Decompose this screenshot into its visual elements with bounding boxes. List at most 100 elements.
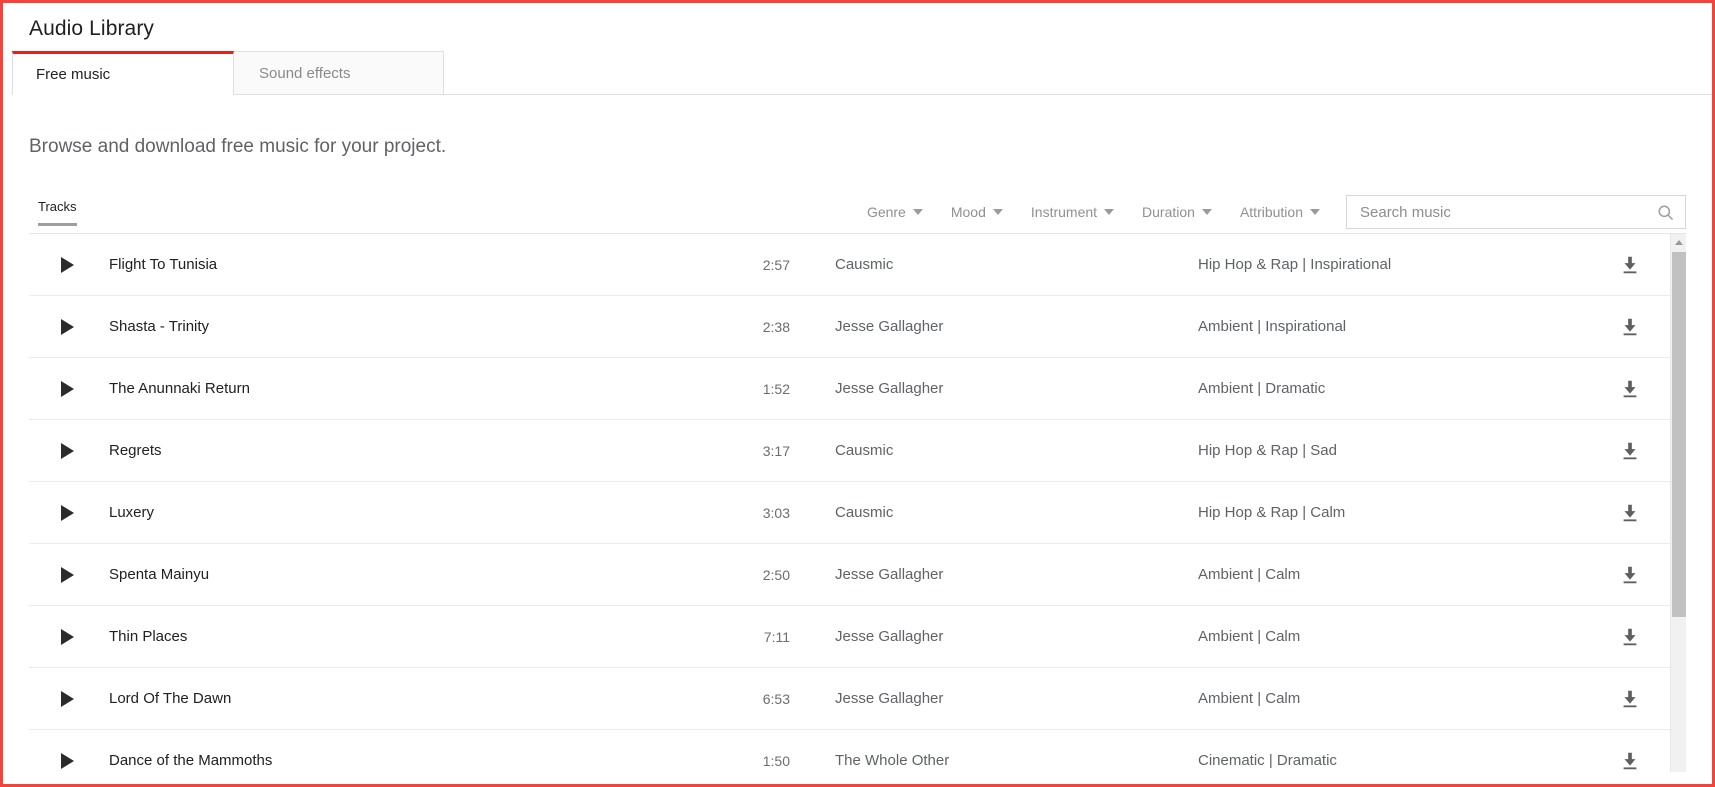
track-genre: Hip Hop & Rap | Sad <box>1198 442 1337 459</box>
play-button[interactable] <box>29 566 106 583</box>
table-row[interactable]: Flight To Tunisia 2:57 Causmic Hip Hop &… <box>29 234 1670 296</box>
track-genre: Ambient | Calm <box>1198 628 1301 645</box>
search-icon[interactable] <box>1656 203 1675 222</box>
track-table: Flight To Tunisia 2:57 Causmic Hip Hop &… <box>29 233 1686 772</box>
tracks-tab-label: Tracks <box>38 198 77 214</box>
track-genre: Hip Hop & Rap | Inspirational <box>1198 256 1392 273</box>
filter-genre-label: Genre <box>866 204 906 220</box>
filter-instrument-label: Instrument <box>1030 204 1098 220</box>
vertical-scrollbar[interactable] <box>1670 234 1686 772</box>
download-button[interactable] <box>1590 440 1670 462</box>
track-title: Thin Places <box>109 628 188 645</box>
play-icon <box>61 504 74 521</box>
play-button[interactable] <box>29 318 106 335</box>
download-icon <box>1623 442 1637 459</box>
filter-duration[interactable]: Duration <box>1128 200 1226 224</box>
track-duration: 6:53 <box>762 690 790 707</box>
track-duration: 1:52 <box>762 380 790 397</box>
scrollbar-thumb[interactable] <box>1672 252 1686 617</box>
play-button[interactable] <box>29 752 106 769</box>
play-button[interactable] <box>29 256 106 273</box>
play-button[interactable] <box>29 380 106 397</box>
track-duration: 2:50 <box>762 566 790 583</box>
chevron-down-icon <box>1104 209 1115 215</box>
track-artist: Causmic <box>835 256 894 273</box>
play-icon <box>61 628 74 645</box>
download-button[interactable] <box>1590 688 1670 710</box>
track-artist: Causmic <box>835 442 894 459</box>
table-row[interactable]: Spenta Mainyu 2:50 Jesse Gallagher Ambie… <box>29 544 1670 606</box>
chevron-down-icon <box>992 209 1003 215</box>
search-input[interactable] <box>1360 203 1656 221</box>
table-row[interactable]: Luxery 3:03 Causmic Hip Hop & Rap | Calm <box>29 482 1670 544</box>
audio-library-page: Audio Library Free music Sound effects B… <box>0 0 1715 787</box>
filter-duration-label: Duration <box>1142 204 1195 220</box>
tab-free-music[interactable]: Free music <box>12 51 234 95</box>
download-icon <box>1623 566 1637 583</box>
tab-bar: Free music Sound effects <box>12 51 1712 95</box>
download-button[interactable] <box>1590 626 1670 648</box>
play-icon <box>61 318 74 335</box>
track-title: Lord Of The Dawn <box>109 690 232 707</box>
download-button[interactable] <box>1590 502 1670 524</box>
play-icon <box>61 752 74 769</box>
table-row[interactable]: Regrets 3:17 Causmic Hip Hop & Rap | Sad <box>29 420 1670 482</box>
track-genre: Ambient | Calm <box>1198 566 1301 583</box>
chevron-up-icon[interactable] <box>1671 234 1686 250</box>
download-icon <box>1623 752 1637 769</box>
download-icon <box>1623 690 1637 707</box>
tab-free-music-label: Free music <box>36 66 111 83</box>
filter-mood-label: Mood <box>950 204 986 220</box>
track-title: Dance of the Mammoths <box>109 752 273 769</box>
download-button[interactable] <box>1590 564 1670 586</box>
chevron-down-icon <box>1201 209 1212 215</box>
track-title: Spenta Mainyu <box>109 566 210 583</box>
download-button[interactable] <box>1590 316 1670 338</box>
filter-genre[interactable]: Genre <box>853 200 937 224</box>
app-header: Audio Library <box>3 3 1712 51</box>
download-icon <box>1623 628 1637 645</box>
track-title: Flight To Tunisia <box>109 256 218 273</box>
track-artist: The Whole Other <box>835 752 950 769</box>
table-row[interactable]: Dance of the Mammoths 1:50 The Whole Oth… <box>29 730 1670 772</box>
chevron-down-icon <box>912 209 923 215</box>
filter-group: Genre Mood Instrument Duration Attributi… <box>853 200 1346 224</box>
play-icon <box>61 690 74 707</box>
track-artist: Causmic <box>835 504 894 521</box>
table-row[interactable]: Shasta - Trinity 2:38 Jesse Gallagher Am… <box>29 296 1670 358</box>
track-duration: 2:57 <box>762 256 790 273</box>
download-button[interactable] <box>1590 254 1670 276</box>
track-genre: Ambient | Inspirational <box>1198 318 1347 335</box>
track-genre: Hip Hop & Rap | Calm <box>1198 504 1346 521</box>
play-button[interactable] <box>29 504 106 521</box>
tracks-tab[interactable]: Tracks <box>38 199 77 226</box>
track-genre: Cinematic | Dramatic <box>1198 752 1337 769</box>
play-button[interactable] <box>29 442 106 459</box>
download-button[interactable] <box>1590 378 1670 400</box>
filter-instrument[interactable]: Instrument <box>1017 200 1128 224</box>
filter-mood[interactable]: Mood <box>937 200 1017 224</box>
table-row[interactable]: Lord Of The Dawn 6:53 Jesse Gallagher Am… <box>29 668 1670 730</box>
track-artist: Jesse Gallagher <box>835 690 944 707</box>
filter-attribution[interactable]: Attribution <box>1226 200 1334 224</box>
table-row[interactable]: The Anunnaki Return 1:52 Jesse Gallagher… <box>29 358 1670 420</box>
filter-attribution-label: Attribution <box>1239 204 1303 220</box>
intro-text: Browse and download free music for your … <box>29 136 447 157</box>
play-icon <box>61 566 74 583</box>
track-title: Luxery <box>109 504 155 521</box>
search-box[interactable] <box>1346 195 1686 229</box>
download-button[interactable] <box>1590 750 1670 772</box>
play-button[interactable] <box>29 690 106 707</box>
track-duration: 7:11 <box>763 628 790 645</box>
track-duration: 3:03 <box>762 504 790 521</box>
download-icon <box>1623 504 1637 521</box>
track-duration: 3:17 <box>762 442 790 459</box>
tab-sound-effects[interactable]: Sound effects <box>233 51 444 95</box>
track-duration: 2:38 <box>762 318 790 335</box>
play-button[interactable] <box>29 628 106 645</box>
track-artist: Jesse Gallagher <box>835 628 944 645</box>
track-title: Regrets <box>109 442 162 459</box>
track-title: The Anunnaki Return <box>109 380 250 397</box>
table-row[interactable]: Thin Places 7:11 Jesse Gallagher Ambient… <box>29 606 1670 668</box>
track-duration: 1:50 <box>762 752 790 769</box>
